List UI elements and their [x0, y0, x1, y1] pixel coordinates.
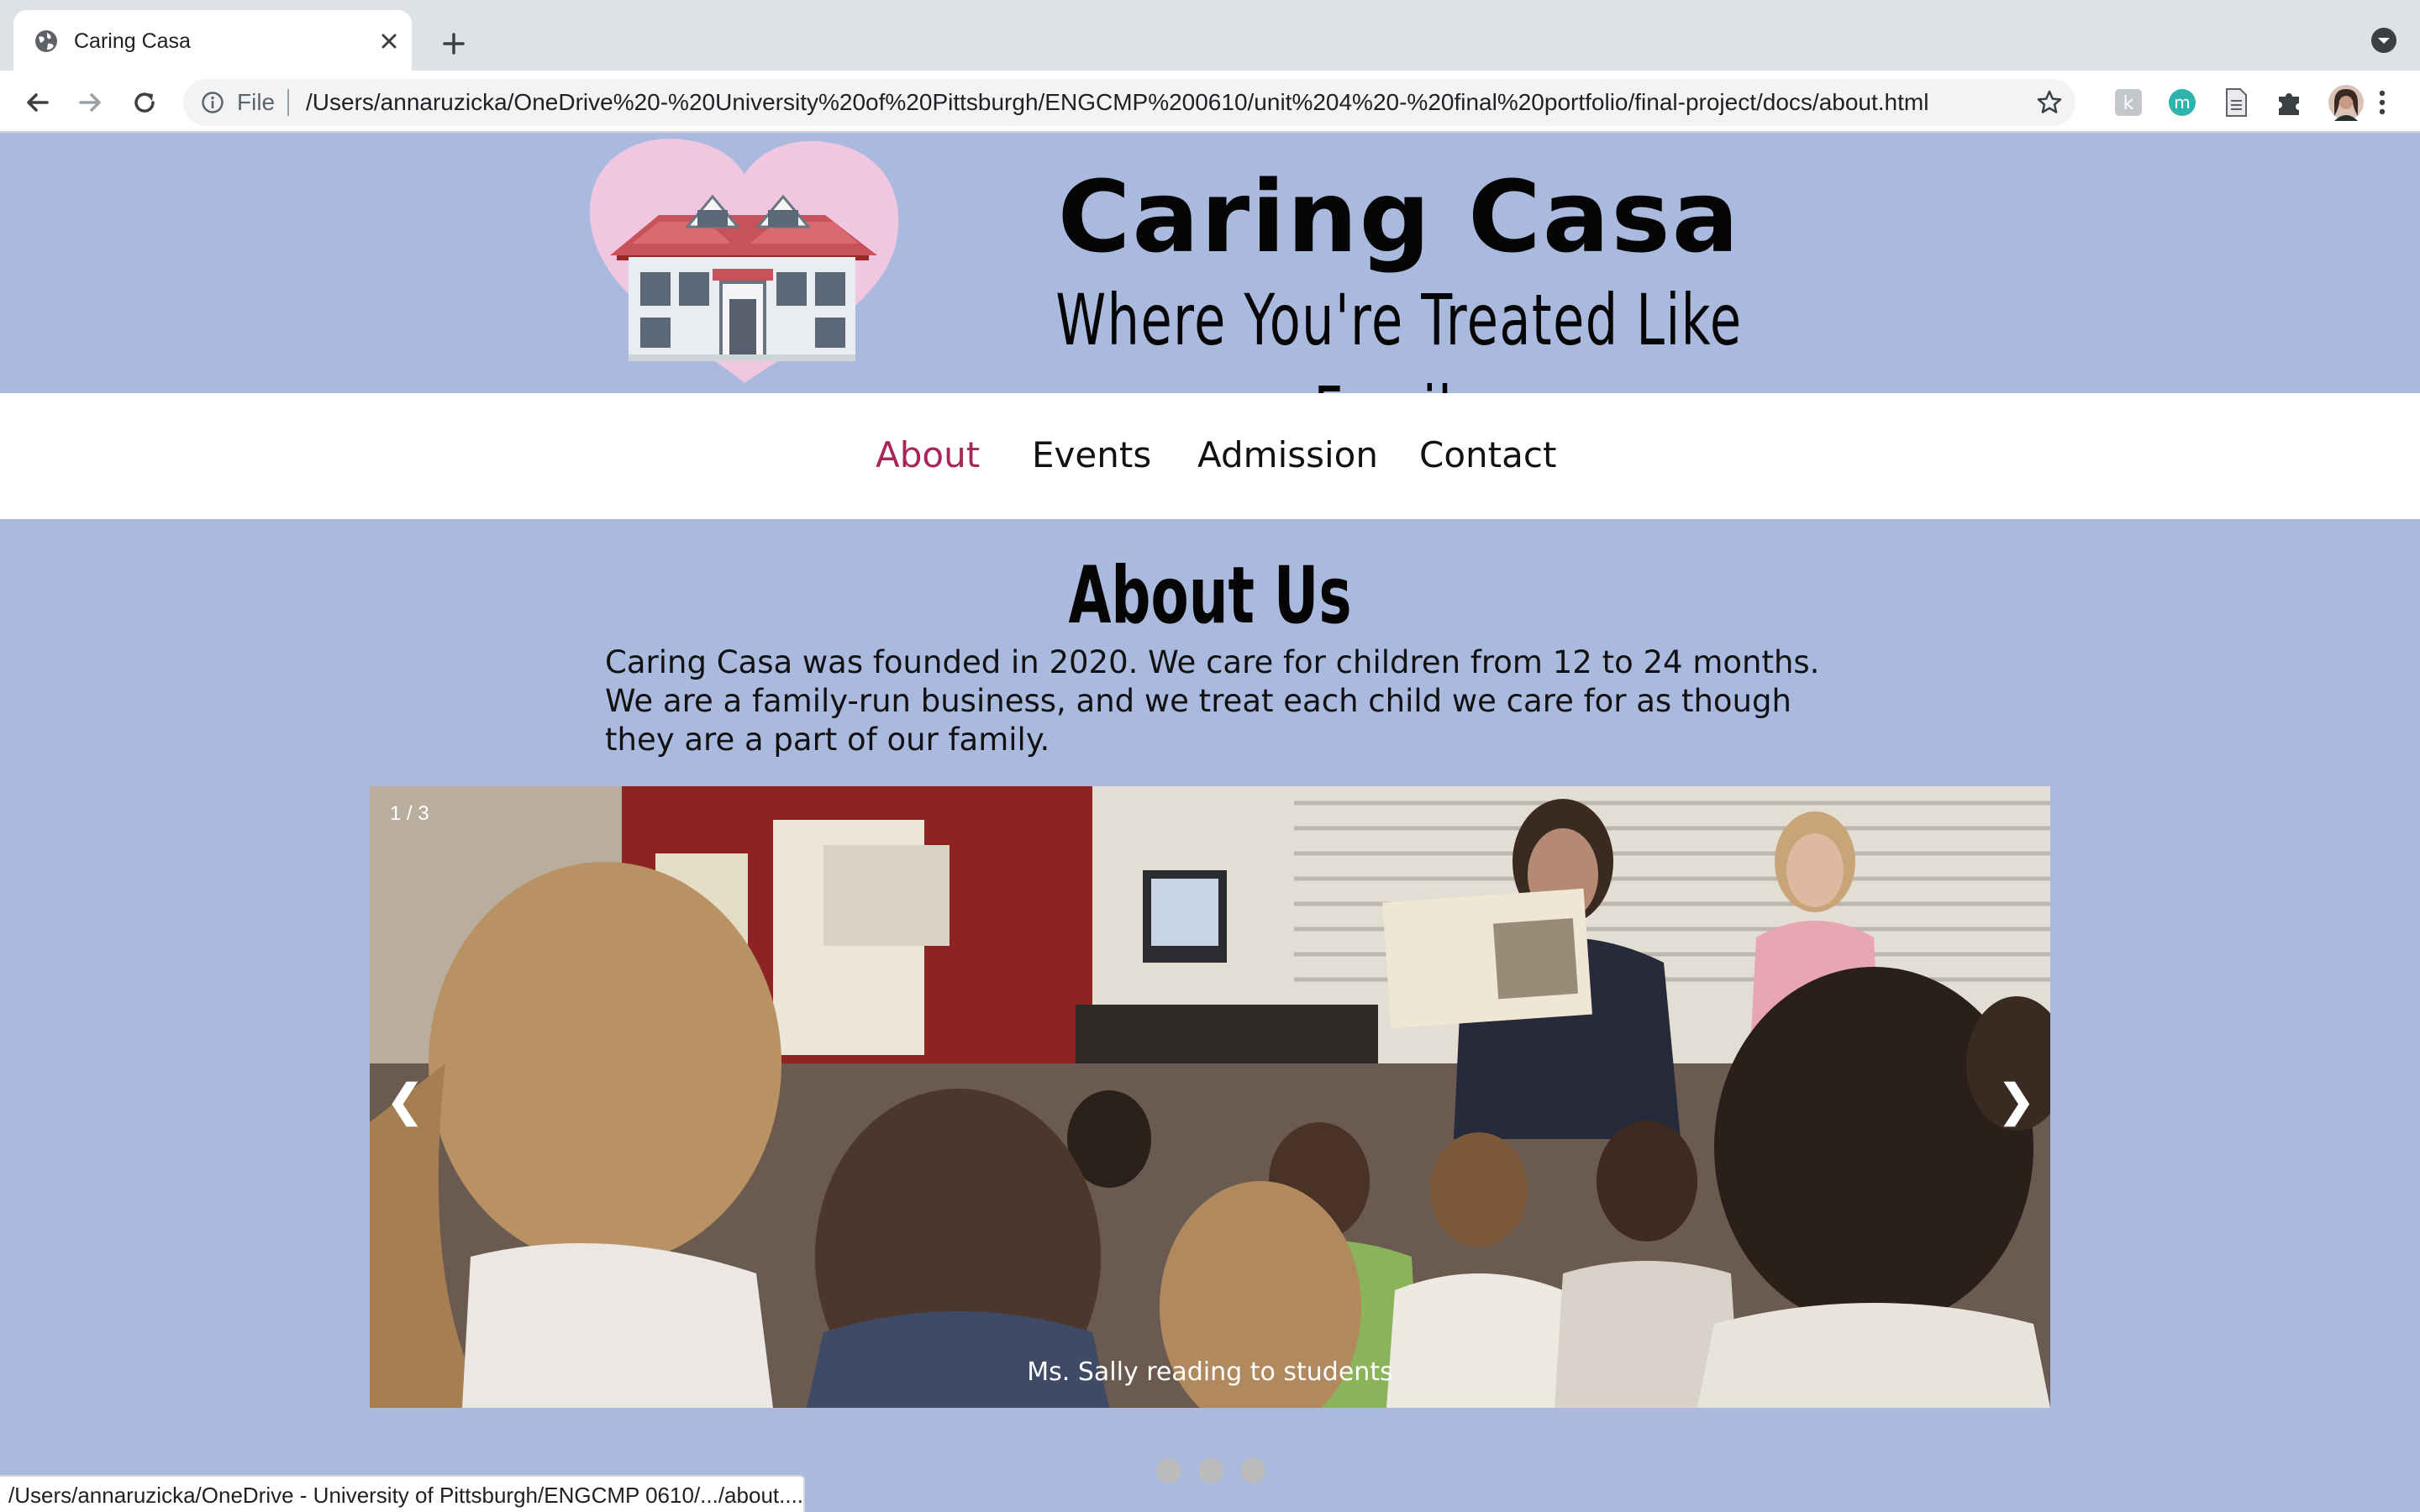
slide-dot-2[interactable]: [1198, 1458, 1223, 1483]
slide-caption: Ms. Sally reading to students: [1027, 1357, 1393, 1387]
k-extension-icon[interactable]: k: [2112, 87, 2144, 118]
info-icon[interactable]: [200, 90, 225, 115]
site-header: Caring Casa Where You're Treated Like Fa…: [0, 133, 2420, 454]
site-title: Caring Casa: [1057, 159, 1741, 275]
puzzle-icon[interactable]: [2274, 87, 2306, 118]
svg-text:m: m: [2174, 92, 2190, 113]
scheme-label: File: [237, 89, 276, 115]
next-slide-button[interactable]: ❯: [1998, 1079, 2035, 1123]
main-navigation: About Events Admission Contact: [0, 393, 2420, 519]
status-url: /Users/annaruzicka/OneDrive - University…: [8, 1483, 804, 1508]
browser-tab[interactable]: Caring Casa: [13, 10, 412, 71]
omnibox-divider: [287, 89, 289, 116]
back-arrow-icon[interactable]: [20, 86, 54, 119]
status-bubble: /Users/annaruzicka/OneDrive - University…: [0, 1475, 805, 1512]
tab-strip: Caring Casa: [0, 0, 2420, 71]
slide-counter: 1 / 3: [390, 802, 429, 825]
close-icon[interactable]: [376, 29, 402, 54]
nav-link-events[interactable]: Events: [1032, 433, 1151, 477]
tab-search-icon[interactable]: [2370, 26, 2398, 55]
browser-toolbar: File /Users/annaruzicka/OneDrive%20-%20U…: [0, 71, 2420, 133]
slide-dot-1[interactable]: [1156, 1458, 1181, 1483]
slide-dots: [1151, 1458, 1269, 1485]
previous-slide-button[interactable]: ❮: [387, 1079, 424, 1123]
bookmark-star-icon[interactable]: [2035, 88, 2064, 117]
about-heading: About Us: [1068, 550, 1352, 642]
avatar[interactable]: [2328, 84, 2365, 121]
nav-link-admission[interactable]: Admission: [1197, 433, 1378, 477]
tab-title: Caring Casa: [74, 29, 191, 53]
reload-icon[interactable]: [128, 86, 161, 119]
slide-photo: [370, 786, 2050, 1408]
slide-dot-3[interactable]: [1240, 1458, 1265, 1483]
about-paragraph: Caring Casa was founded in 2020. We care…: [605, 644, 1820, 758]
house-heart-logo[interactable]: [581, 134, 908, 386]
slideshow: 1 / 3 ❮ ❯ Ms. Sally reading to students: [370, 786, 2050, 1408]
nav-link-about[interactable]: About: [876, 433, 980, 477]
address-bar[interactable]: File /Users/annaruzicka/OneDrive%20-%20U…: [183, 79, 2075, 126]
svg-text:k: k: [2123, 93, 2134, 114]
new-tab-icon[interactable]: [435, 25, 472, 62]
nav-link-contact[interactable]: Contact: [1419, 433, 1556, 477]
m-extension-icon[interactable]: m: [2166, 87, 2198, 118]
document-extension-icon[interactable]: [2220, 87, 2252, 118]
url-text[interactable]: /Users/annaruzicka/OneDrive%20-%20Univer…: [306, 89, 1928, 116]
extensions-area: k m: [2091, 79, 2370, 126]
more-menu-icon[interactable]: [2368, 86, 2396, 119]
forward-arrow-icon[interactable]: [74, 86, 108, 119]
globe-icon: [35, 30, 57, 52]
